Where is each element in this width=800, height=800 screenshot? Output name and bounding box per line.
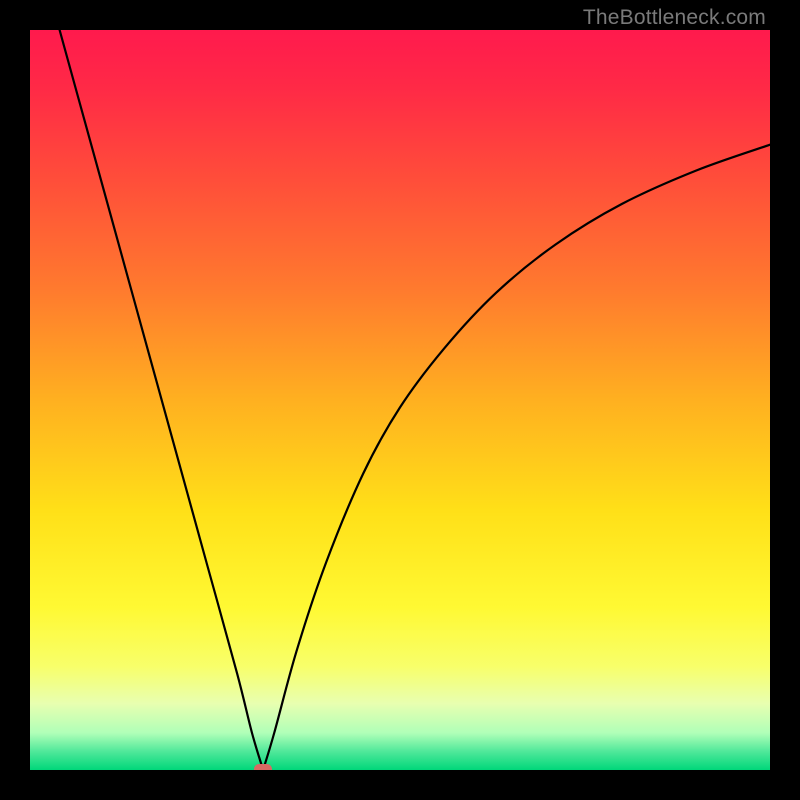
optimum-marker: [254, 764, 272, 770]
plot-area: [30, 30, 770, 770]
watermark-text: TheBottleneck.com: [583, 6, 766, 30]
chart-frame: TheBottleneck.com: [0, 0, 800, 800]
bottleneck-curve: [30, 30, 770, 770]
